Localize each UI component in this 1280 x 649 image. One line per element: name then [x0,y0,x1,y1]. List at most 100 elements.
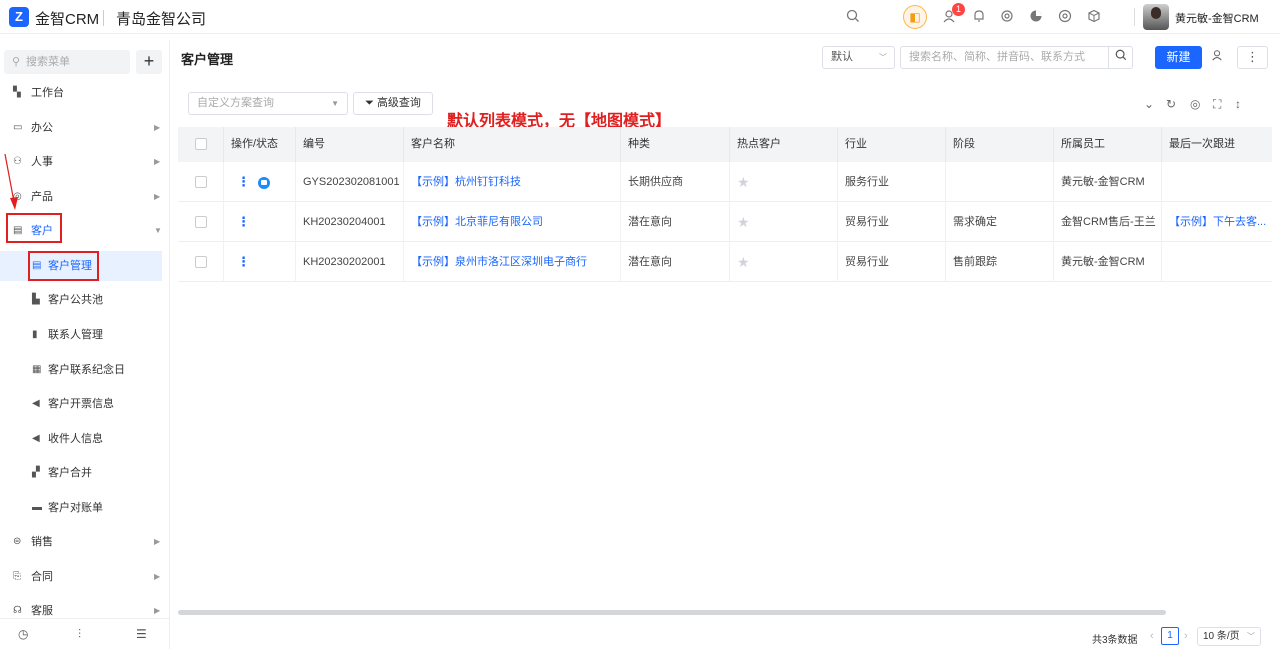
sidebar-subitem-invoice[interactable]: ◀ 客户开票信息 [0,389,162,419]
row-checkbox[interactable] [178,202,224,242]
dashboard-icon: ▚ [13,87,21,98]
menu-search-input[interactable]: ⚲ 搜索菜单 [4,50,130,74]
column-header[interactable]: 热点客户 [730,127,838,162]
column-header[interactable]: 种类 [621,127,730,162]
page-title: 客户管理 [181,52,234,67]
more-actions-icon[interactable]: ⋮ [237,214,250,229]
last-followup-link[interactable] [1162,162,1272,202]
row-actions[interactable]: ⋮ [224,242,296,282]
chevron-right-icon: ▶ [154,123,161,132]
sound-icon[interactable]: ◧ [903,5,927,29]
row-actions[interactable]: ⋮ [224,162,296,202]
prev-page-icon[interactable]: ‹ [1150,630,1154,642]
more-actions-icon[interactable]: ⋮ [237,174,250,189]
column-header[interactable]: 最后一次跟进 [1162,127,1272,162]
sidebar-item-hr[interactable]: ⚇ 人事 ▶ [0,149,169,175]
sidebar-item-product[interactable]: ◎ 产品 ▶ [0,184,169,210]
bell-icon[interactable] [971,9,987,25]
column-header[interactable]: 操作/状态 [224,127,296,162]
user-name[interactable]: 黄元敏-金智CRM [1175,10,1259,26]
kind-cell: 潜在意向 [621,242,730,282]
sidebar-item-label: 客户开票信息 [48,398,114,410]
search-icon[interactable] [845,9,861,25]
sidebar-subitem-anniversary[interactable]: ▦ 客户联系纪念日 [0,355,162,385]
sidebar-item-contract[interactable]: ⎘ 合同 ▶ [0,564,169,590]
next-page-icon[interactable]: › [1184,630,1188,642]
sidebar-item-label: 客户对账单 [48,502,103,514]
search-input[interactable]: 搜索名称、简称、拼音码、联系方式 [900,46,1109,69]
sidebar-item-sales[interactable]: ⊜ 销售 ▶ [0,529,169,555]
sidebar-item-office[interactable]: ▭ 办公 ▶ [0,115,169,141]
table-row[interactable]: ⋮ KH20230204001 【示例】北京菲尼有限公司 潜在意向 ★ 贸易行业… [178,202,1272,242]
history-icon[interactable]: ◷ [18,627,28,641]
search-button[interactable] [1108,46,1133,69]
search-icon: ⚲ [12,56,21,68]
collapse-icon[interactable]: ⌄ [1144,97,1154,111]
hot-customer-star[interactable]: ★ [730,162,838,202]
column-header[interactable]: 阶段 [946,127,1054,162]
column-header[interactable]: 行业 [838,127,946,162]
column-header[interactable]: 所属员工 [1054,127,1162,162]
add-menu-button[interactable]: + [136,50,162,74]
search-icon [1115,49,1126,61]
filter-settings-icon[interactable]: ⫶ [78,627,81,642]
kind-cell: 潜在意向 [621,202,730,242]
last-followup-link[interactable] [1162,242,1272,282]
cube-icon[interactable] [1086,9,1102,25]
star-icon[interactable]: ★ [737,174,750,190]
more-actions-icon[interactable]: ⋮ [237,254,250,269]
column-header[interactable]: 客户名称 [404,127,621,162]
chrome-icon[interactable] [1057,9,1073,25]
owner-cell: 金智CRM售后-王兰 [1054,202,1162,242]
column-settings-icon[interactable]: ◎ [1190,97,1200,111]
table-row[interactable]: ⋮ KH20230202001 【示例】泉州市洛江区深圳电子商行 潜在意向 ★ … [178,242,1272,282]
refresh-icon[interactable]: ↻ [1166,97,1176,111]
view-select[interactable]: 默认 ﹀ [822,46,895,69]
collapse-menu-icon[interactable]: ☰ [136,627,147,641]
row-checkbox[interactable] [178,242,224,282]
sidebar-subitem-statement[interactable]: ▬ 客户对账单 [0,493,162,523]
more-options-button[interactable]: ⋮ [1237,46,1268,69]
sidebar-item-dashboard[interactable]: ▚ 工作台 [0,80,169,106]
advanced-search-button[interactable]: ⏷ 高级查询 [353,92,433,115]
sidebar-item-label: 合同 [31,571,53,583]
row-height-icon[interactable]: ↕ [1235,97,1241,111]
customer-name-link[interactable]: 【示例】泉州市洛江区深圳电子商行 [404,242,621,282]
page-size-select[interactable]: 10 条/页 ﹀ [1197,627,1261,646]
star-icon[interactable]: ★ [737,214,750,230]
page-number-button[interactable]: 1 [1161,627,1179,645]
pie-chart-icon[interactable] [1028,9,1044,25]
stage-cell: 需求确定 [946,202,1054,242]
owner-cell: 黄元敏-金智CRM [1054,162,1162,202]
last-followup-link[interactable]: 【示例】下午去客... [1162,202,1272,242]
row-actions[interactable]: ⋮ [224,202,296,242]
table-row[interactable]: ⋮ GYS202302081001 【示例】杭州钉钉科技 长期供应商 ★ 服务行… [178,162,1272,202]
settings-icon[interactable] [999,9,1015,25]
chevron-right-icon: ▶ [154,157,161,166]
column-header[interactable]: 编号 [296,127,404,162]
select-all-checkbox[interactable] [178,127,224,162]
new-button[interactable]: 新建 [1155,46,1202,69]
annotation-arrow-icon [4,153,18,210]
user-filter-icon[interactable] [1211,49,1223,64]
sidebar-subitem-contacts[interactable]: ▮ 联系人管理 [0,320,162,350]
fullscreen-icon[interactable]: ⛶ [1213,97,1221,112]
sidebar-subitem-customer-pool[interactable]: ▙ 客户公共池 [0,285,162,315]
sidebar-subitem-merge[interactable]: ▞ 客户合并 [0,458,162,488]
sidebar-item-service[interactable]: ☊ 客服 ▶ [0,598,169,618]
sidebar-item-label: 客户合并 [48,467,92,479]
sidebar-subitem-recipient[interactable]: ◀ 收件人信息 [0,424,162,454]
custom-scheme-select[interactable]: 自定义方案查询 ▼ [188,92,348,115]
avatar[interactable] [1143,4,1169,30]
code-cell: KH20230204001 [296,202,404,242]
row-checkbox[interactable] [178,162,224,202]
chevron-down-icon: ﹀ [879,53,887,62]
hot-customer-star[interactable]: ★ [730,242,838,282]
logo-icon: Z [9,7,29,27]
customer-name-link[interactable]: 【示例】北京菲尼有限公司 [404,202,621,242]
hot-customer-star[interactable]: ★ [730,202,838,242]
customer-name-link[interactable]: 【示例】杭州钉钉科技 [404,162,621,202]
star-icon[interactable]: ★ [737,254,750,270]
horizontal-scrollbar[interactable] [178,610,1166,615]
industry-cell: 贸易行业 [838,242,946,282]
